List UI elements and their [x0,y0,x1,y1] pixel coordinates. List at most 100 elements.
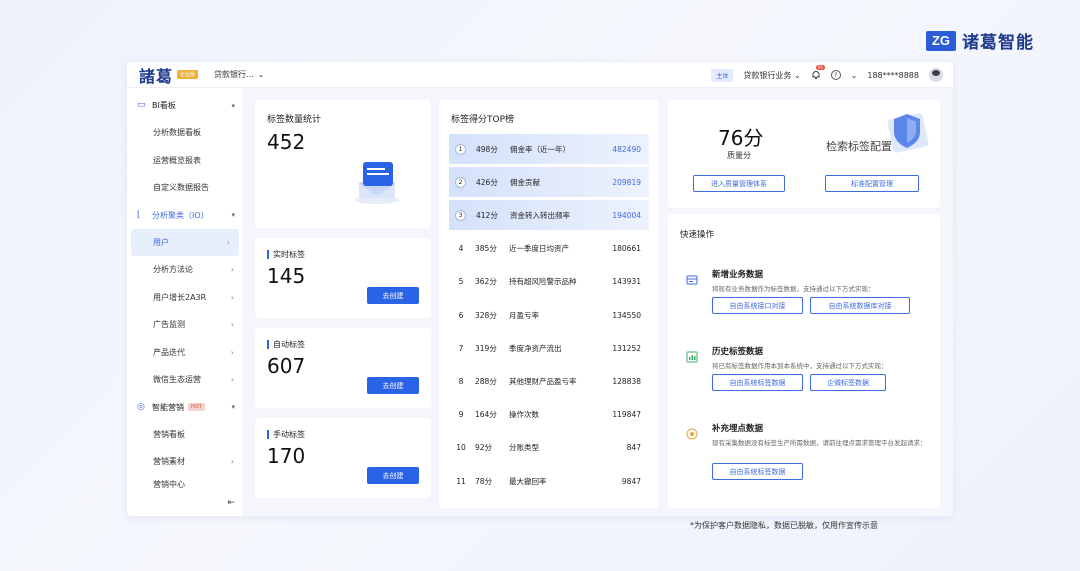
help-icon[interactable]: ? [830,70,841,80]
ranking-name: 操作次数 [509,410,539,420]
ranking-name: 分账类型 [509,443,539,453]
quick-item-title: 补充埋点数据 [712,424,764,434]
ranking-number: 8 [458,376,464,386]
top-ranking-title: 标签得分TOP榜 [451,115,515,125]
database-icon [686,274,698,286]
sidebar-item-ops-report[interactable]: 运营概览报表 [127,147,243,175]
realtime-tag-card: 实时标签 145 去创建 [255,238,431,318]
sidebar-item-marketing-board[interactable]: 营销看板 [127,421,243,449]
top-ranking-panel: 标签得分TOP榜 1 498分 佣金率（近一年） 482490 2 426分 佣金贡献 209… [439,100,659,508]
ranking-row[interactable]: 3 412分 资金转入转出频率 194004 [449,200,649,231]
realtime-tag-value: 145 [267,264,306,288]
business-selector-label: 贷款银行业务 [743,70,792,80]
quick-item-title: 历史标签数据 [712,347,764,357]
ranking-number: 3 [455,209,466,221]
ranking-name: 其他理财产品盈亏率 [509,376,577,386]
app-window: 諸葛 企业版 贷款银行... ⌄ 主体 贷款银行业务 ⌄ 99 ? ⌄ 188*… [127,62,953,516]
sidebar-item-label: 用户增长2A3R [153,292,207,302]
sidebar-item-custom-report[interactable]: 自定义数据报告 [127,174,243,202]
ranking-row[interactable]: 9 164分 操作次数 119847 [449,400,649,430]
app-logo[interactable]: 諸葛 [139,63,173,87]
ranking-name: 佣金贡献 [510,177,540,187]
ranking-row[interactable]: 8 288分 其他理财产品盈亏率 128838 [449,366,649,396]
ranking-score: 498分 [476,144,498,154]
history-chart-icon [686,351,698,363]
manual-tag-value: 170 [267,444,306,468]
brand-name: 诸葛智能 [962,33,1034,53]
tracking-tag-data-button[interactable]: 自由系统标签数据 [712,463,803,480]
ranking-name: 季度净资产流出 [509,343,562,353]
ranking-value: 482490 [612,144,641,154]
user-phone[interactable]: 188****8888 [867,71,919,80]
ranking-row[interactable]: 4 385分 近一季度日均资产 180661 [449,234,649,264]
chevron-right-icon: › [230,292,234,302]
sidebar: ▭ BI看板 ▾ 分析数据看板 运营概览报表 自定义数据报告 ⌊ 分析聚类（IO… [127,88,243,516]
ranking-row[interactable]: 1 498分 佣金率（近一年） 482490 [449,134,649,164]
sidebar-item-label: 用户 [153,237,169,247]
ranking-number: 4 [458,244,464,254]
sidebar-item-users[interactable]: 用户 › [131,228,239,256]
avatar[interactable] [929,68,943,82]
standard-config-button[interactable]: 标准配置管理 [825,175,919,192]
create-auto-button[interactable]: 去创建 [367,377,419,394]
sidebar-item-label: 分析方法论 [153,265,193,275]
ranking-score: 426分 [476,177,498,187]
ranking-name: 佣金率（近一年） [510,144,570,154]
quick-actions-panel: 快速操作 新增业务数据 将现有业务数据作为标签数据，支持通过以下方式实现： 自由… [668,214,940,508]
sidebar-item-product[interactable]: 产品迭代 › [127,339,243,367]
sidebar-item-label: 营销中心 [153,479,185,489]
quick-item-title: 新增业务数据 [712,270,764,280]
notification-bell-icon[interactable]: 99 [811,65,825,80]
system-tag-data-button[interactable]: 自由系统标签数据 [712,374,803,391]
sidebar-item-center[interactable]: 营销中心 [127,476,243,490]
sidebar-item-methodology[interactable]: 分析方法论 › [127,256,243,284]
ranking-score: 385分 [475,244,497,254]
sidebar-item-wechat[interactable]: 微信生态运营 › [127,366,243,394]
chevron-right-icon: › [226,237,230,247]
interface-connect-button[interactable]: 自由系统接口对接 [712,297,803,314]
document-icon [355,162,399,204]
tag-total-title: 标签数量统计 [267,115,322,125]
ranking-row[interactable]: 5 362分 持有超风险警示品种 143931 [449,267,649,297]
ranking-row[interactable]: 2 426分 佣金贡献 209819 [449,167,649,198]
hot-badge: HOT [188,403,205,411]
ranking-value: 9847 [621,476,641,486]
ranking-value: 194004 [612,210,641,220]
sidebar-item-label: 广告监测 [153,320,185,330]
sidebar-item-label: 产品迭代 [153,347,185,357]
ranking-score: 412分 [476,210,498,220]
sidebar-item-materials[interactable]: 营销素材 › [127,448,243,476]
ranking-row[interactable]: 6 328分 月盈亏率 134550 [449,300,649,330]
app-selector[interactable]: 贷款银行... ⌄ [214,69,264,80]
quality-management-button[interactable]: 进入质量管理体系 [693,175,785,192]
privacy-footnote: *为保护客户数据隐私，数据已脱敏，仅用作宣传示意 [690,521,878,530]
ranking-value: 128838 [612,376,641,386]
ranking-score: 164分 [475,410,497,420]
ranking-name: 近一季度日均资产 [509,244,569,254]
wecom-tag-data-button[interactable]: 企微标签数据 [810,374,886,391]
business-selector[interactable]: 贷款银行业务 ⌄ [743,70,800,81]
sidebar-item-growth[interactable]: 用户增长2A3R › [127,284,243,312]
chevron-down-icon[interactable]: ⌄ [851,71,858,80]
manual-tag-card: 手动标签 170 去创建 [255,418,431,498]
database-connect-button[interactable]: 自由系统数据库对接 [810,297,910,314]
ranking-row[interactable]: 11 78分 最大撤回率 9847 [449,466,649,496]
sidebar-item-ads[interactable]: 广告监测 › [127,311,243,339]
collapse-sidebar-icon[interactable]: ⇤ [227,498,235,508]
sidebar-group-bi[interactable]: ▭ BI看板 ▾ [127,92,243,119]
ranking-row[interactable]: 7 319分 季度净资产流出 131252 [449,333,649,363]
sidebar-item-analysis-board[interactable]: 分析数据看板 [127,119,243,147]
sidebar-group-marketing[interactable]: ◎ 智能营销 HOT ▾ [127,394,243,421]
ranking-row[interactable]: 10 92分 分账类型 847 [449,433,649,463]
ranking-score: 362分 [475,277,497,287]
ranking-name: 持有超风险警示品种 [509,277,577,287]
ranking-value: 180661 [612,244,641,254]
ranking-score: 319分 [475,343,497,353]
create-realtime-button[interactable]: 去创建 [367,287,419,304]
ranking-number: 10 [456,443,466,453]
quick-item-desc: 将现有业务数据作为标签数据，支持通过以下方式实现： [712,285,875,293]
sidebar-group-analysis[interactable]: ⌊ 分析聚类（IO） ▾ [127,202,243,229]
dashboard-icon: ▭ [137,100,146,110]
create-manual-button[interactable]: 去创建 [367,467,419,484]
quick-actions-title: 快速操作 [680,230,715,240]
